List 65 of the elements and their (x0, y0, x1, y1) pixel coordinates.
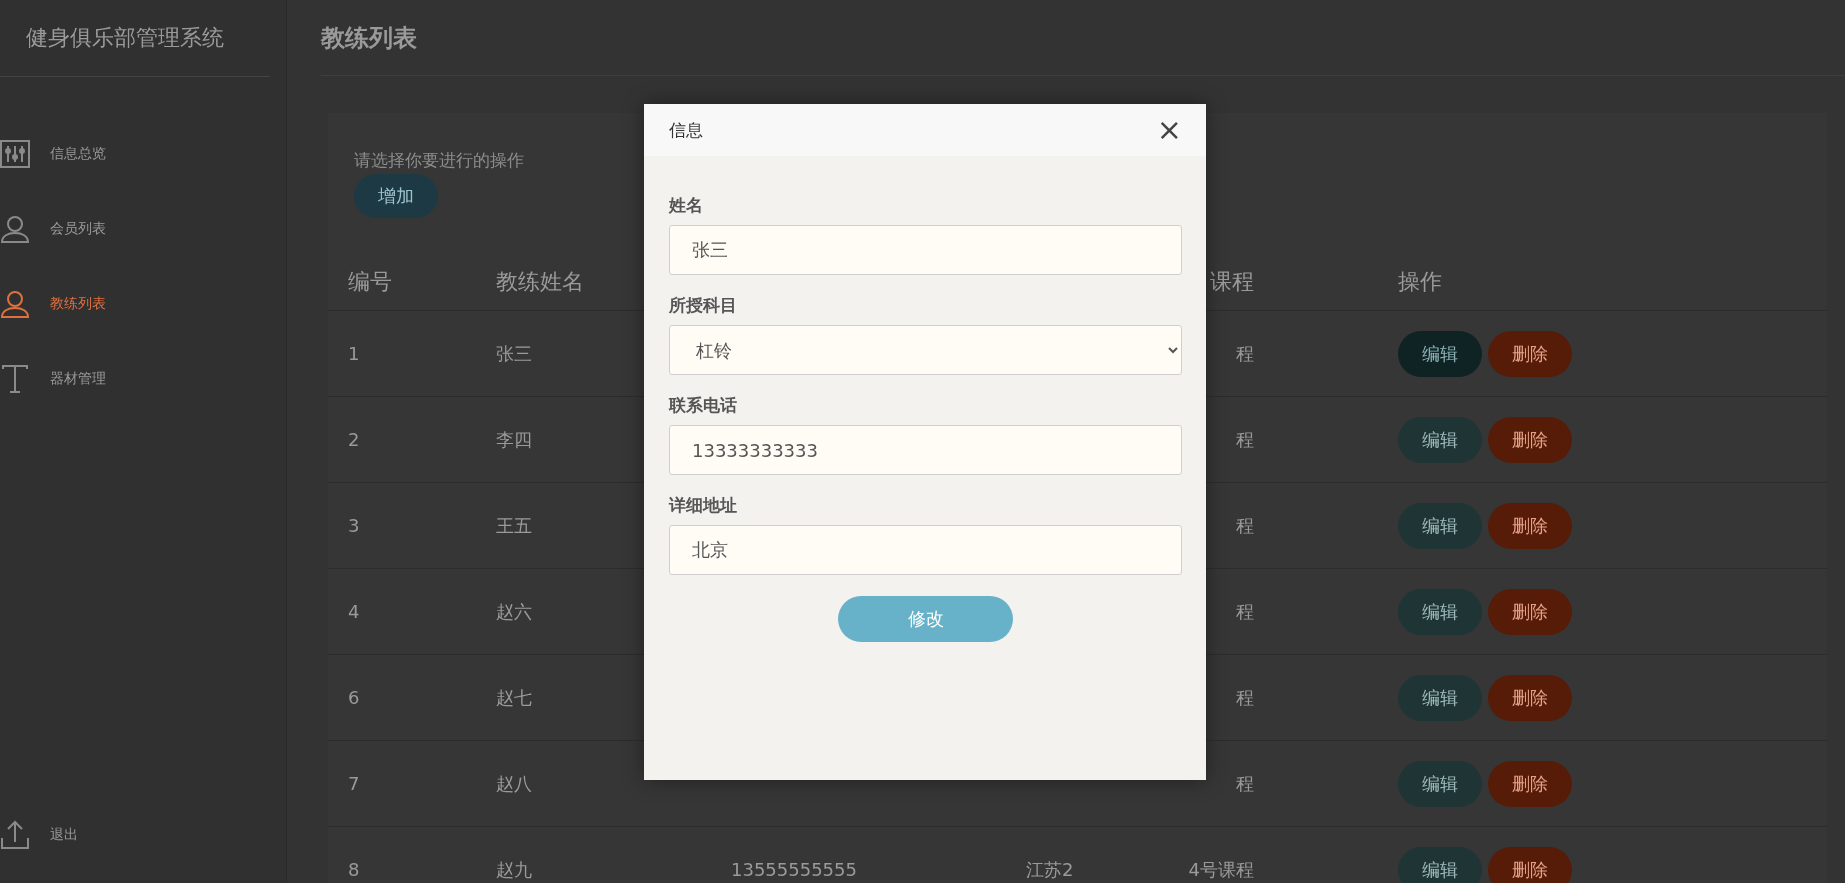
user-icon (0, 213, 30, 244)
add-button[interactable]: 增加 (354, 174, 438, 218)
table-cell: 2 (348, 429, 360, 450)
table-cell-text: 程 (1235, 513, 1254, 538)
app-title: 健身俱乐部管理系统 (0, 0, 270, 77)
table-cell-text: 程 (1235, 599, 1254, 624)
table-cell: 1 (348, 343, 360, 364)
sidebar-item[interactable]: 器材管理 (0, 360, 106, 397)
user-icon (0, 288, 30, 319)
table-cell-text: 程 (1235, 427, 1254, 452)
delete-button[interactable]: 删除 (1488, 502, 1572, 549)
table-cell-text: 程 (1235, 685, 1254, 710)
field-label: 联系电话 (669, 394, 738, 417)
delete-button[interactable]: 删除 (1488, 846, 1572, 883)
table-cell: 4 (348, 601, 360, 622)
edit-button[interactable]: 编辑 (1398, 674, 1482, 721)
table-cell: 赵九 (496, 857, 532, 882)
table-cell: 7 (348, 773, 360, 794)
table-cell: 6 (348, 687, 360, 708)
edit-button[interactable]: 编辑 (1398, 588, 1482, 635)
column-header: 课程 (1209, 268, 1254, 296)
delete-button[interactable]: 删除 (1488, 416, 1572, 463)
table-cell: 李四 (496, 427, 532, 452)
edit-button[interactable]: 编辑 (1398, 760, 1482, 807)
input-field[interactable]: 13333333333 (669, 425, 1182, 475)
field-label: 所授科目 (669, 294, 738, 317)
input-field[interactable]: 张三 (669, 225, 1182, 275)
logout-item[interactable]: 退出 (0, 816, 78, 853)
column-header: 教练姓名 (496, 268, 584, 296)
delete-button[interactable]: 删除 (1488, 760, 1572, 807)
table-cell-text: 程 (1235, 341, 1254, 366)
table-cell: 13555555555 (731, 859, 857, 880)
sidebar-item[interactable]: 会员列表 (0, 210, 106, 247)
field-label: 姓名 (669, 194, 704, 217)
delete-button[interactable]: 删除 (1488, 588, 1572, 635)
table-cell-text: 程 (1235, 771, 1254, 796)
text-icon (0, 363, 30, 394)
table-cell: 王五 (496, 513, 532, 538)
table-cell-text: 4号课程 (1187, 857, 1254, 882)
prompt-text: 请选择你要进行的操作 (354, 149, 524, 172)
edit-button[interactable]: 编辑 (1398, 416, 1482, 463)
subject-select[interactable]: 杠铃 (669, 325, 1182, 375)
column-header: 编号 (348, 268, 392, 296)
delete-button[interactable]: 删除 (1488, 674, 1572, 721)
table-cell: 3 (348, 515, 360, 536)
table-cell: 8 (348, 859, 360, 880)
upload-icon (0, 819, 30, 850)
dialog-title: 信息 (669, 118, 703, 142)
sidebar-item[interactable]: 信息总览 (0, 135, 106, 172)
edit-button[interactable]: 编辑 (1398, 846, 1482, 883)
table-cell: 赵六 (496, 599, 532, 624)
delete-button[interactable]: 删除 (1488, 330, 1572, 377)
page-title: 教练列表 (321, 0, 1845, 76)
column-header: 操作 (1398, 268, 1442, 296)
sidebar-item[interactable]: 教练列表 (0, 285, 106, 322)
table-cell: 张三 (496, 341, 532, 366)
field-label: 详细地址 (669, 494, 738, 517)
table-cell: 赵八 (496, 771, 532, 796)
edit-button[interactable]: 编辑 (1398, 502, 1482, 549)
close-button[interactable]: × (1156, 115, 1182, 145)
input-field[interactable]: 北京 (669, 525, 1182, 575)
edit-button[interactable]: 编辑 (1398, 330, 1482, 377)
sliders-icon (0, 138, 30, 169)
table-cell: 赵七 (496, 685, 532, 710)
table-cell: 江苏2 (1026, 857, 1074, 882)
